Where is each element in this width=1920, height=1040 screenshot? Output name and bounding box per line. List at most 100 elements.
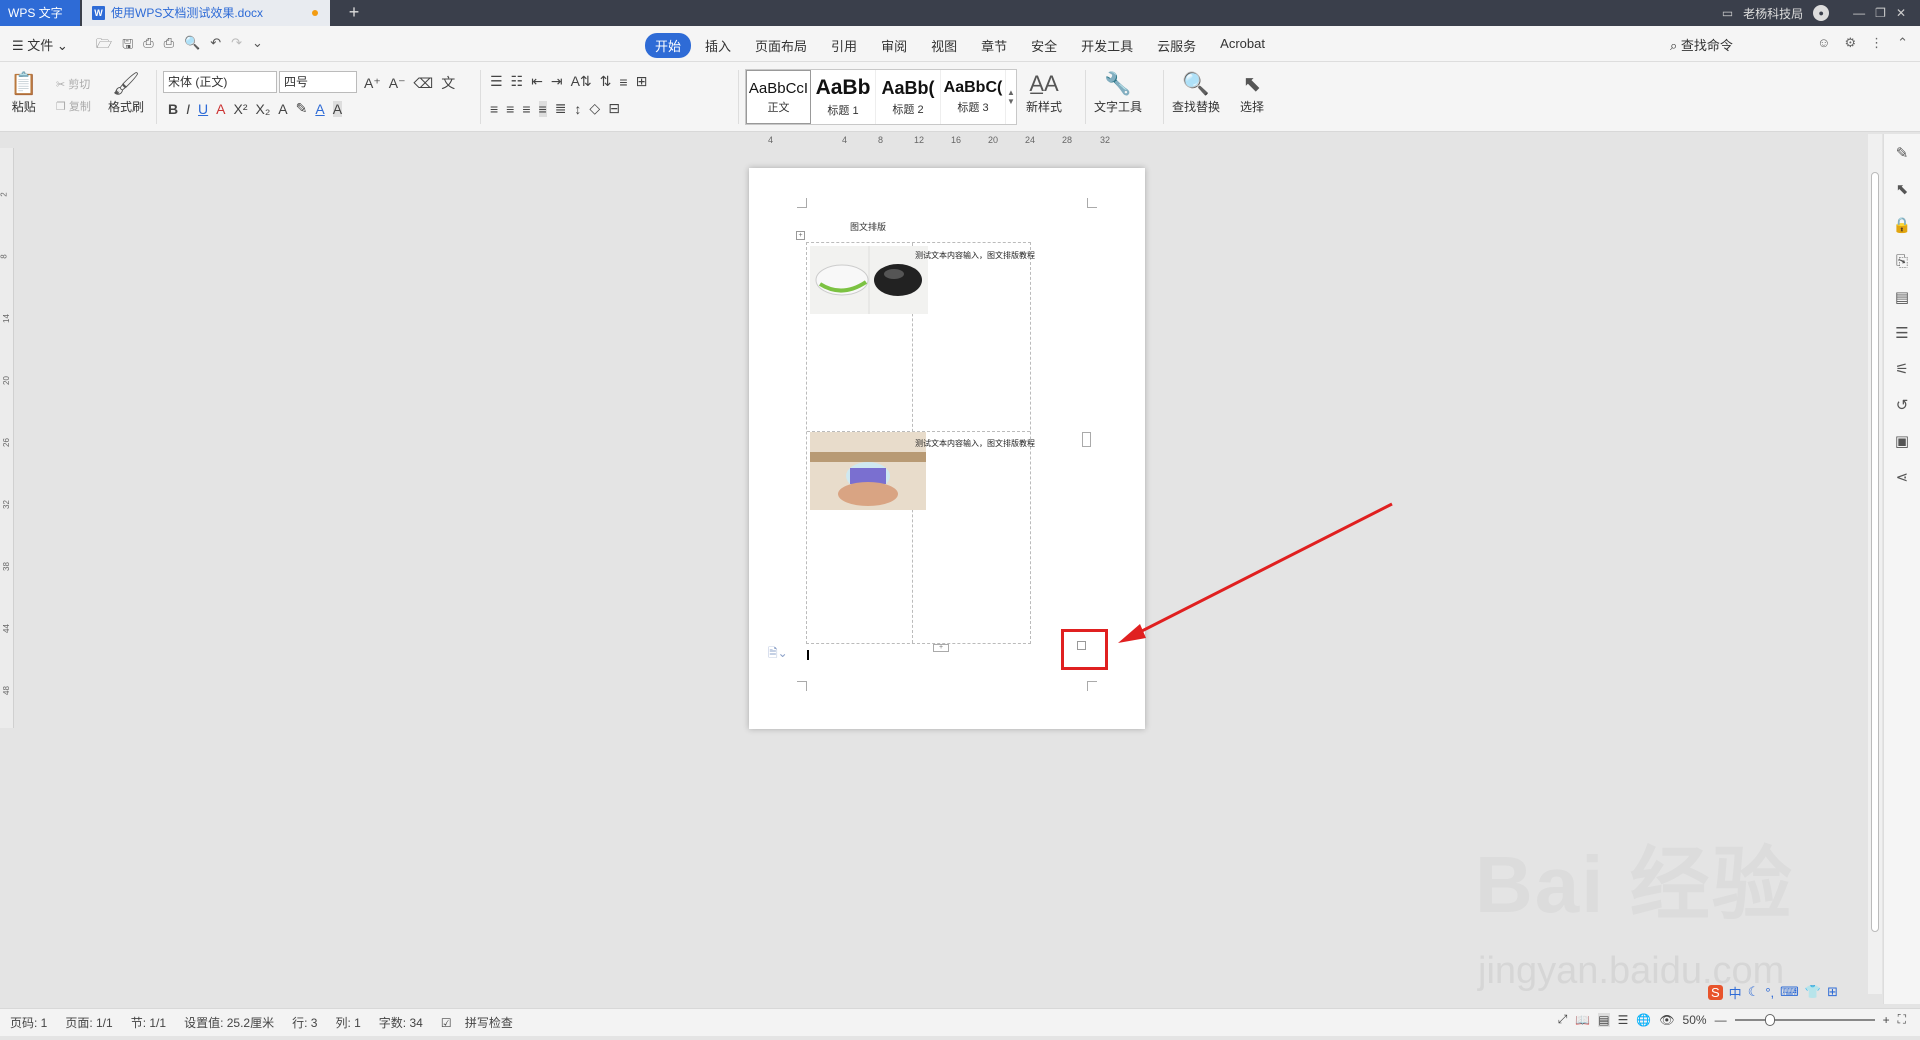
style-normal[interactable]: AaBbCcI 正文 <box>746 70 811 124</box>
align-right-icon[interactable]: ≡ <box>522 101 530 117</box>
undo-icon[interactable]: ↶ <box>210 35 221 57</box>
user-name[interactable]: 老杨科技局 <box>1743 5 1803 22</box>
distribute-icon[interactable]: ≣ <box>555 100 567 117</box>
adjust-icon[interactable]: ⚟ <box>1892 360 1912 380</box>
document-title[interactable]: 图文排版 <box>850 220 886 233</box>
share-icon[interactable]: ⋖ <box>1892 468 1912 488</box>
tab-review[interactable]: 审阅 <box>871 33 917 58</box>
status-page-num[interactable]: 页码: 1 <box>10 1014 47 1031</box>
fullscreen-icon[interactable]: ⤢ <box>1558 1012 1568 1027</box>
hand-device-image[interactable] <box>810 432 926 510</box>
row2-text[interactable]: 测试文本内容输入，图文排版教程 <box>915 438 1035 449</box>
share-doc-icon[interactable]: ⎘ <box>1892 252 1912 272</box>
clear-format-icon[interactable]: ⌫ <box>413 75 433 92</box>
find-replace-button[interactable]: 🔍 查找替换 <box>1172 70 1220 115</box>
search-command[interactable]: ⌕ 查找命令 <box>1670 35 1733 54</box>
text-direction-icon[interactable]: A⇅ <box>571 73 592 90</box>
sort-icon[interactable]: ⇅ <box>600 73 612 90</box>
style-heading-1[interactable]: AaBb 标题 1 <box>811 70 876 124</box>
file-menu[interactable]: ☰ 文件 ⌄ <box>12 35 68 54</box>
grow-font-icon[interactable]: A⁺ <box>364 75 381 92</box>
align-center-icon[interactable]: ≡ <box>506 101 514 117</box>
font-size-select[interactable]: 四号 <box>279 71 357 93</box>
line-tools-icon[interactable]: ≡ <box>619 74 627 90</box>
more-icon[interactable]: ⋮ <box>1870 35 1883 51</box>
borders-icon[interactable]: ⊟ <box>608 100 620 117</box>
tab-developer[interactable]: 开发工具 <box>1071 33 1143 58</box>
web-view-icon[interactable]: 🌐 <box>1636 1013 1651 1027</box>
new-style-button[interactable]: A̲A 新样式 <box>1026 70 1062 115</box>
line-spacing-icon[interactable]: ↕ <box>574 101 581 117</box>
superscript-icon[interactable]: X² <box>233 101 247 117</box>
status-col[interactable]: 列: 1 <box>335 1014 360 1031</box>
moon-icon[interactable]: ☾ <box>1748 984 1760 1000</box>
restore-icon[interactable]: ❐ <box>1875 6 1886 20</box>
tab-chapter[interactable]: 章节 <box>971 33 1017 58</box>
ime-mode-label[interactable]: 中 <box>1729 983 1742 1002</box>
zoom-slider-thumb[interactable] <box>1764 1013 1775 1026</box>
eye-protection-icon[interactable]: 👁 <box>1659 1013 1674 1027</box>
preview-icon[interactable]: 🔍 <box>184 35 200 57</box>
status-section[interactable]: 节: 1/1 <box>131 1014 166 1031</box>
status-pages[interactable]: 页面: 1/1 <box>65 1014 112 1031</box>
status-setting[interactable]: 设置值: 25.2厘米 <box>184 1014 274 1031</box>
redo-icon[interactable]: ↷ <box>231 35 242 57</box>
bold-icon[interactable]: B <box>168 101 178 117</box>
text-tools-button[interactable]: 🔧 文字工具 <box>1094 70 1142 115</box>
outline-icon[interactable]: ☰ <box>1892 324 1912 344</box>
paragraph-marker-icon[interactable]: 🗎⌄ <box>768 644 788 665</box>
phonetic-icon[interactable]: 文 <box>441 73 455 93</box>
cut-button[interactable]: ✂ 剪切 <box>56 74 91 96</box>
status-row[interactable]: 行: 3 <box>292 1014 317 1031</box>
style-heading-3[interactable]: AaBbC( 标题 3 <box>941 70 1006 124</box>
justify-icon[interactable]: ≡ <box>538 100 547 117</box>
settings-icon[interactable]: ⚙ <box>1844 35 1856 51</box>
page-view-icon[interactable]: ▤ <box>1598 1012 1610 1027</box>
shrink-font-icon[interactable]: A⁻ <box>389 75 406 92</box>
pointer-icon[interactable]: ⬉ <box>1892 180 1912 200</box>
char-shading-icon[interactable]: A <box>332 100 343 117</box>
spell-check-button[interactable]: ☑ 拼写检查 <box>441 1014 521 1031</box>
mouse-image[interactable] <box>810 246 928 314</box>
row1-text[interactable]: 测试文本内容输入，图文排版教程 <box>915 250 1035 261</box>
font-color-icon[interactable]: A <box>315 101 324 117</box>
lock-icon[interactable]: 🔒 <box>1892 216 1912 236</box>
numbering-icon[interactable]: ☷ <box>511 73 524 90</box>
tab-security[interactable]: 安全 <box>1021 33 1067 58</box>
backup-icon[interactable]: ▣ <box>1892 432 1912 452</box>
tab-acrobat[interactable]: Acrobat <box>1210 33 1275 58</box>
vertical-ruler[interactable]: 2 8 14 20 26 32 38 44 48 <box>0 148 14 728</box>
keyboard-icon[interactable]: ⌨ <box>1780 984 1799 1000</box>
table-move-handle-icon[interactable]: + <box>796 231 805 240</box>
subscript-icon[interactable]: X₂ <box>255 101 270 117</box>
zoom-in-icon[interactable]: + <box>1883 1013 1890 1027</box>
save-icon[interactable]: 🖫 <box>122 35 133 57</box>
add-row-handle-icon[interactable] <box>1082 432 1091 447</box>
pen-icon[interactable]: ✎ <box>1892 144 1912 164</box>
highlight-icon[interactable]: ✎ <box>296 100 308 117</box>
minimize-icon[interactable]: — <box>1853 6 1865 20</box>
zoom-slider[interactable] <box>1734 1013 1875 1026</box>
ime-toolbar[interactable]: S 中 ☾ °, ⌨ 👕 ⊞ <box>1708 982 1838 1002</box>
app-tab[interactable]: WPS 文字 <box>0 0 80 26</box>
select-button[interactable]: ⬉ 选择 <box>1240 70 1264 115</box>
table-border-icon[interactable]: ⊞ <box>636 73 648 90</box>
tab-page-layout[interactable]: 页面布局 <box>745 33 817 58</box>
format-painter-button[interactable]: 🖌 格式刷 <box>108 70 144 115</box>
scrollbar-thumb[interactable] <box>1871 172 1879 932</box>
export-icon[interactable]: ⎙ <box>143 35 153 57</box>
avatar[interactable]: ● <box>1813 5 1830 21</box>
fit-window-icon[interactable]: ⛶ <box>1898 1012 1906 1027</box>
tab-cloud[interactable]: 云服务 <box>1147 33 1206 58</box>
underline-icon[interactable]: U <box>198 101 208 117</box>
zoom-out-icon[interactable]: — <box>1715 1013 1727 1027</box>
copy-button[interactable]: ❐ 复制 <box>56 96 91 118</box>
open-icon[interactable]: 🗁 <box>96 35 112 57</box>
history-icon[interactable]: ↺ <box>1892 396 1912 416</box>
outline-view-icon[interactable]: ☰ <box>1618 1013 1629 1027</box>
tab-insert[interactable]: 插入 <box>695 33 741 58</box>
text-effect-icon[interactable]: A <box>278 101 287 117</box>
skin-icon[interactable]: 👕 <box>1805 984 1821 1000</box>
decrease-indent-icon[interactable]: ⇤ <box>531 73 543 90</box>
strikethrough-icon[interactable]: A <box>216 101 225 117</box>
